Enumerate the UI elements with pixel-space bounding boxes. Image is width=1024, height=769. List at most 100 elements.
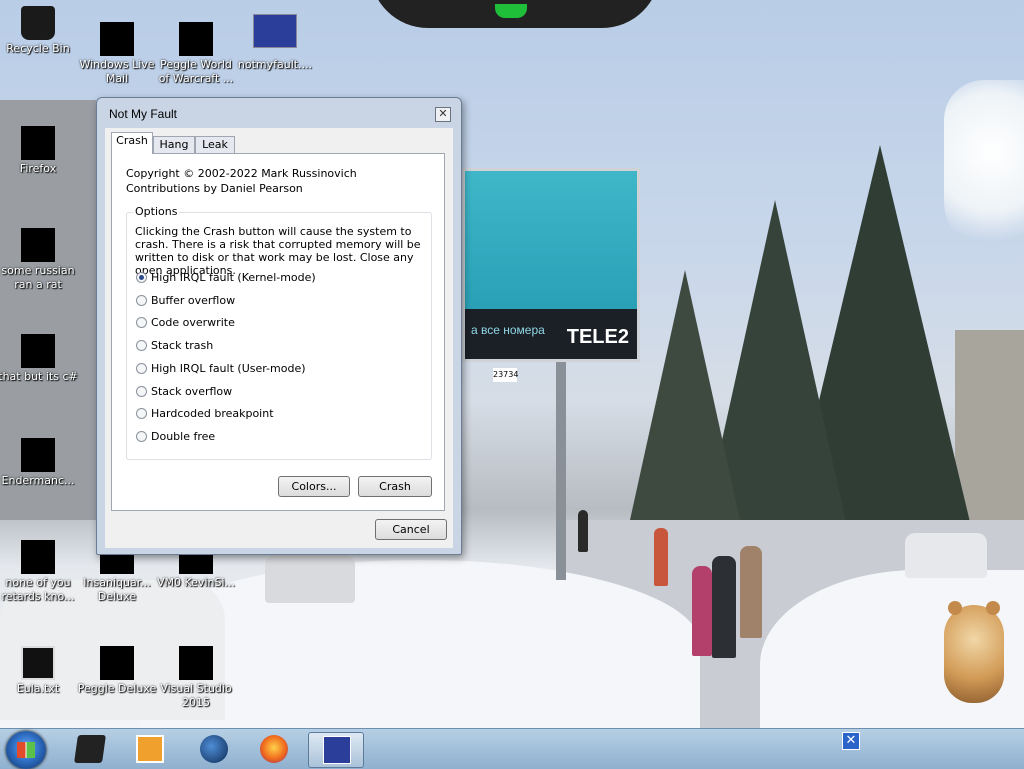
desktop-icon-recycle-bin[interactable]: Recycle Bin <box>0 6 80 56</box>
options-group: Options Clicking the Crash button will c… <box>126 205 432 460</box>
pedestrian <box>578 510 588 552</box>
radio-stack-overflow[interactable]: Stack overflow <box>136 384 232 400</box>
radio-icon <box>136 340 147 351</box>
radio-selected-icon <box>136 272 147 283</box>
globe-icon <box>200 735 228 763</box>
firefox-icon <box>21 126 55 160</box>
colors-button[interactable]: Colors... <box>278 476 350 497</box>
radio-code-overwrite[interactable]: Code overwrite <box>136 315 235 331</box>
desktop-icon-insaniquar-deluxe[interactable]: Insaniquar... Deluxe <box>75 548 159 604</box>
radio-double-free[interactable]: Double free <box>136 429 215 445</box>
desktop-icon-label: Visual Studio 2015 <box>160 682 232 709</box>
taskbar-item-black-app[interactable] <box>62 732 118 768</box>
desktop-icon-some-russian-ran-a-rat[interactable]: some russian ran a rat <box>0 228 80 292</box>
radio-icon <box>136 363 147 374</box>
crash-button[interactable]: Crash <box>358 476 432 497</box>
peggle-deluxe-icon <box>100 646 134 680</box>
pedestrian <box>692 566 712 656</box>
desktop-icon-peggle-deluxe[interactable]: Peggle Deluxe <box>75 646 159 696</box>
recycle-bin-icon <box>21 6 55 40</box>
desktop-icon-peggle-world-of-warcraft[interactable]: Peggle World of Warcraft ... <box>154 22 238 86</box>
billboard-pole <box>556 362 566 580</box>
desktop-icon-none-of-you-retards[interactable]: none of you retards kno... <box>0 540 80 604</box>
radio-icon <box>136 386 147 397</box>
taskbar <box>0 728 1024 769</box>
notmyfault-window: Not My Fault ✕ Crash Hang Leak Copyright… <box>96 97 462 555</box>
radio-label: Buffer overflow <box>151 294 236 307</box>
csharp-icon <box>21 334 55 368</box>
crash-tab-panel: Copyright © 2002-2022 Mark Russinovich C… <box>111 153 445 511</box>
windows-live-mail-icon <box>100 22 134 56</box>
desktop-icon-firefox[interactable]: Firefox <box>0 126 80 176</box>
top-gadget-light <box>495 4 527 18</box>
tray-close-icon[interactable]: ✕ <box>842 732 860 750</box>
radio-label: Stack trash <box>151 339 214 352</box>
desktop-icon-eula-txt[interactable]: Eula.txt <box>0 646 80 696</box>
notmyfault-icon <box>253 14 297 48</box>
billboard-ad-image <box>465 171 637 309</box>
desktop-icon-label: notmyfault.... <box>237 58 313 71</box>
tab-hang[interactable]: Hang <box>153 136 195 153</box>
radio-label: High IRQL fault (Kernel-mode) <box>151 271 316 284</box>
copyright-text: Copyright © 2002-2022 Mark Russinovich <box>126 167 357 180</box>
notmyfault-icon <box>323 736 351 764</box>
window-client-area: Crash Hang Leak Copyright © 2002-2022 Ma… <box>105 128 453 548</box>
visual-studio-icon <box>179 646 213 680</box>
desktop-icon-label: Recycle Bin <box>6 42 70 55</box>
desktop-icon-label: Firefox <box>19 162 57 175</box>
radio-buffer-overflow[interactable]: Buffer overflow <box>136 293 235 309</box>
hamster-ear <box>948 601 962 615</box>
desktop-icon-endermanc[interactable]: Endermanc... <box>0 438 80 488</box>
window-title: Not My Fault <box>109 107 178 121</box>
desktop-icon-label: some russian ran a rat <box>1 264 75 291</box>
russian-rat-icon <box>21 228 55 262</box>
close-button[interactable]: ✕ <box>435 107 451 122</box>
none-of-you-icon <box>21 540 55 574</box>
parked-car <box>265 555 355 603</box>
radio-hardcoded-breakpoint[interactable]: Hardcoded breakpoint <box>136 406 274 422</box>
desktop-icon-notmyfault[interactable]: notmyfault.... <box>236 14 314 72</box>
radio-stack-trash[interactable]: Stack trash <box>136 338 213 354</box>
taskbar-item-firefox[interactable] <box>246 732 302 768</box>
hamster-image <box>944 601 1004 703</box>
billboard: а все номера TELE2 <box>462 168 640 362</box>
options-legend: Options <box>133 205 180 218</box>
desktop-icon-label: Peggle Deluxe <box>77 682 157 695</box>
hamster-ear <box>986 601 1000 615</box>
close-icon: ✕ <box>438 107 448 120</box>
desktop-icon-windows-live-mail[interactable]: Windows Live Mail <box>75 22 159 86</box>
billboard-logo: TELE2 <box>566 326 629 348</box>
window-titlebar[interactable]: Not My Fault ✕ <box>97 98 461 126</box>
tab-crash[interactable]: Crash <box>111 132 153 154</box>
text-file-icon <box>21 646 55 680</box>
desktop-icon-label: Insaniquar... Deluxe <box>83 576 151 603</box>
taskbar-item-globe[interactable] <box>186 732 242 768</box>
radio-label: High IRQL fault (User-mode) <box>151 362 306 375</box>
tab-leak[interactable]: Leak <box>195 136 235 153</box>
pedestrian <box>740 546 762 638</box>
radio-high-irql-user[interactable]: High IRQL fault (User-mode) <box>136 361 306 377</box>
firefox-icon <box>260 735 288 763</box>
radio-high-irql-kernel[interactable]: High IRQL fault (Kernel-mode) <box>136 270 316 286</box>
taskbar-item-notmyfault[interactable] <box>308 732 364 768</box>
radio-icon <box>136 317 147 328</box>
radio-icon <box>136 408 147 419</box>
taskbar-item-media-player[interactable] <box>122 732 178 768</box>
desktop-icon-that-but-its-csharp[interactable]: that but its c# <box>0 334 80 384</box>
start-orb-icon[interactable] <box>6 731 46 769</box>
radio-label: Code overwrite <box>151 316 235 329</box>
desktop-icon-visual-studio-2015[interactable]: Visual Studio 2015 <box>154 646 238 710</box>
desktop-icon-label: none of you retards kno... <box>1 576 75 603</box>
desktop-icon-label: Endermanc... <box>1 474 75 487</box>
radio-label: Hardcoded breakpoint <box>151 407 274 420</box>
cancel-button[interactable]: Cancel <box>375 519 447 540</box>
contributions-text: Contributions by Daniel Pearson <box>126 182 303 195</box>
billboard-number: 23734 <box>493 368 518 382</box>
media-player-icon <box>136 735 164 763</box>
desktop-icon-label: Windows Live Mail <box>79 58 155 85</box>
radio-icon <box>136 431 147 442</box>
desktop-icon-label: Eula.txt <box>16 682 60 695</box>
radio-icon <box>136 295 147 306</box>
radio-label: Double free <box>151 430 216 443</box>
parked-car <box>905 533 987 578</box>
